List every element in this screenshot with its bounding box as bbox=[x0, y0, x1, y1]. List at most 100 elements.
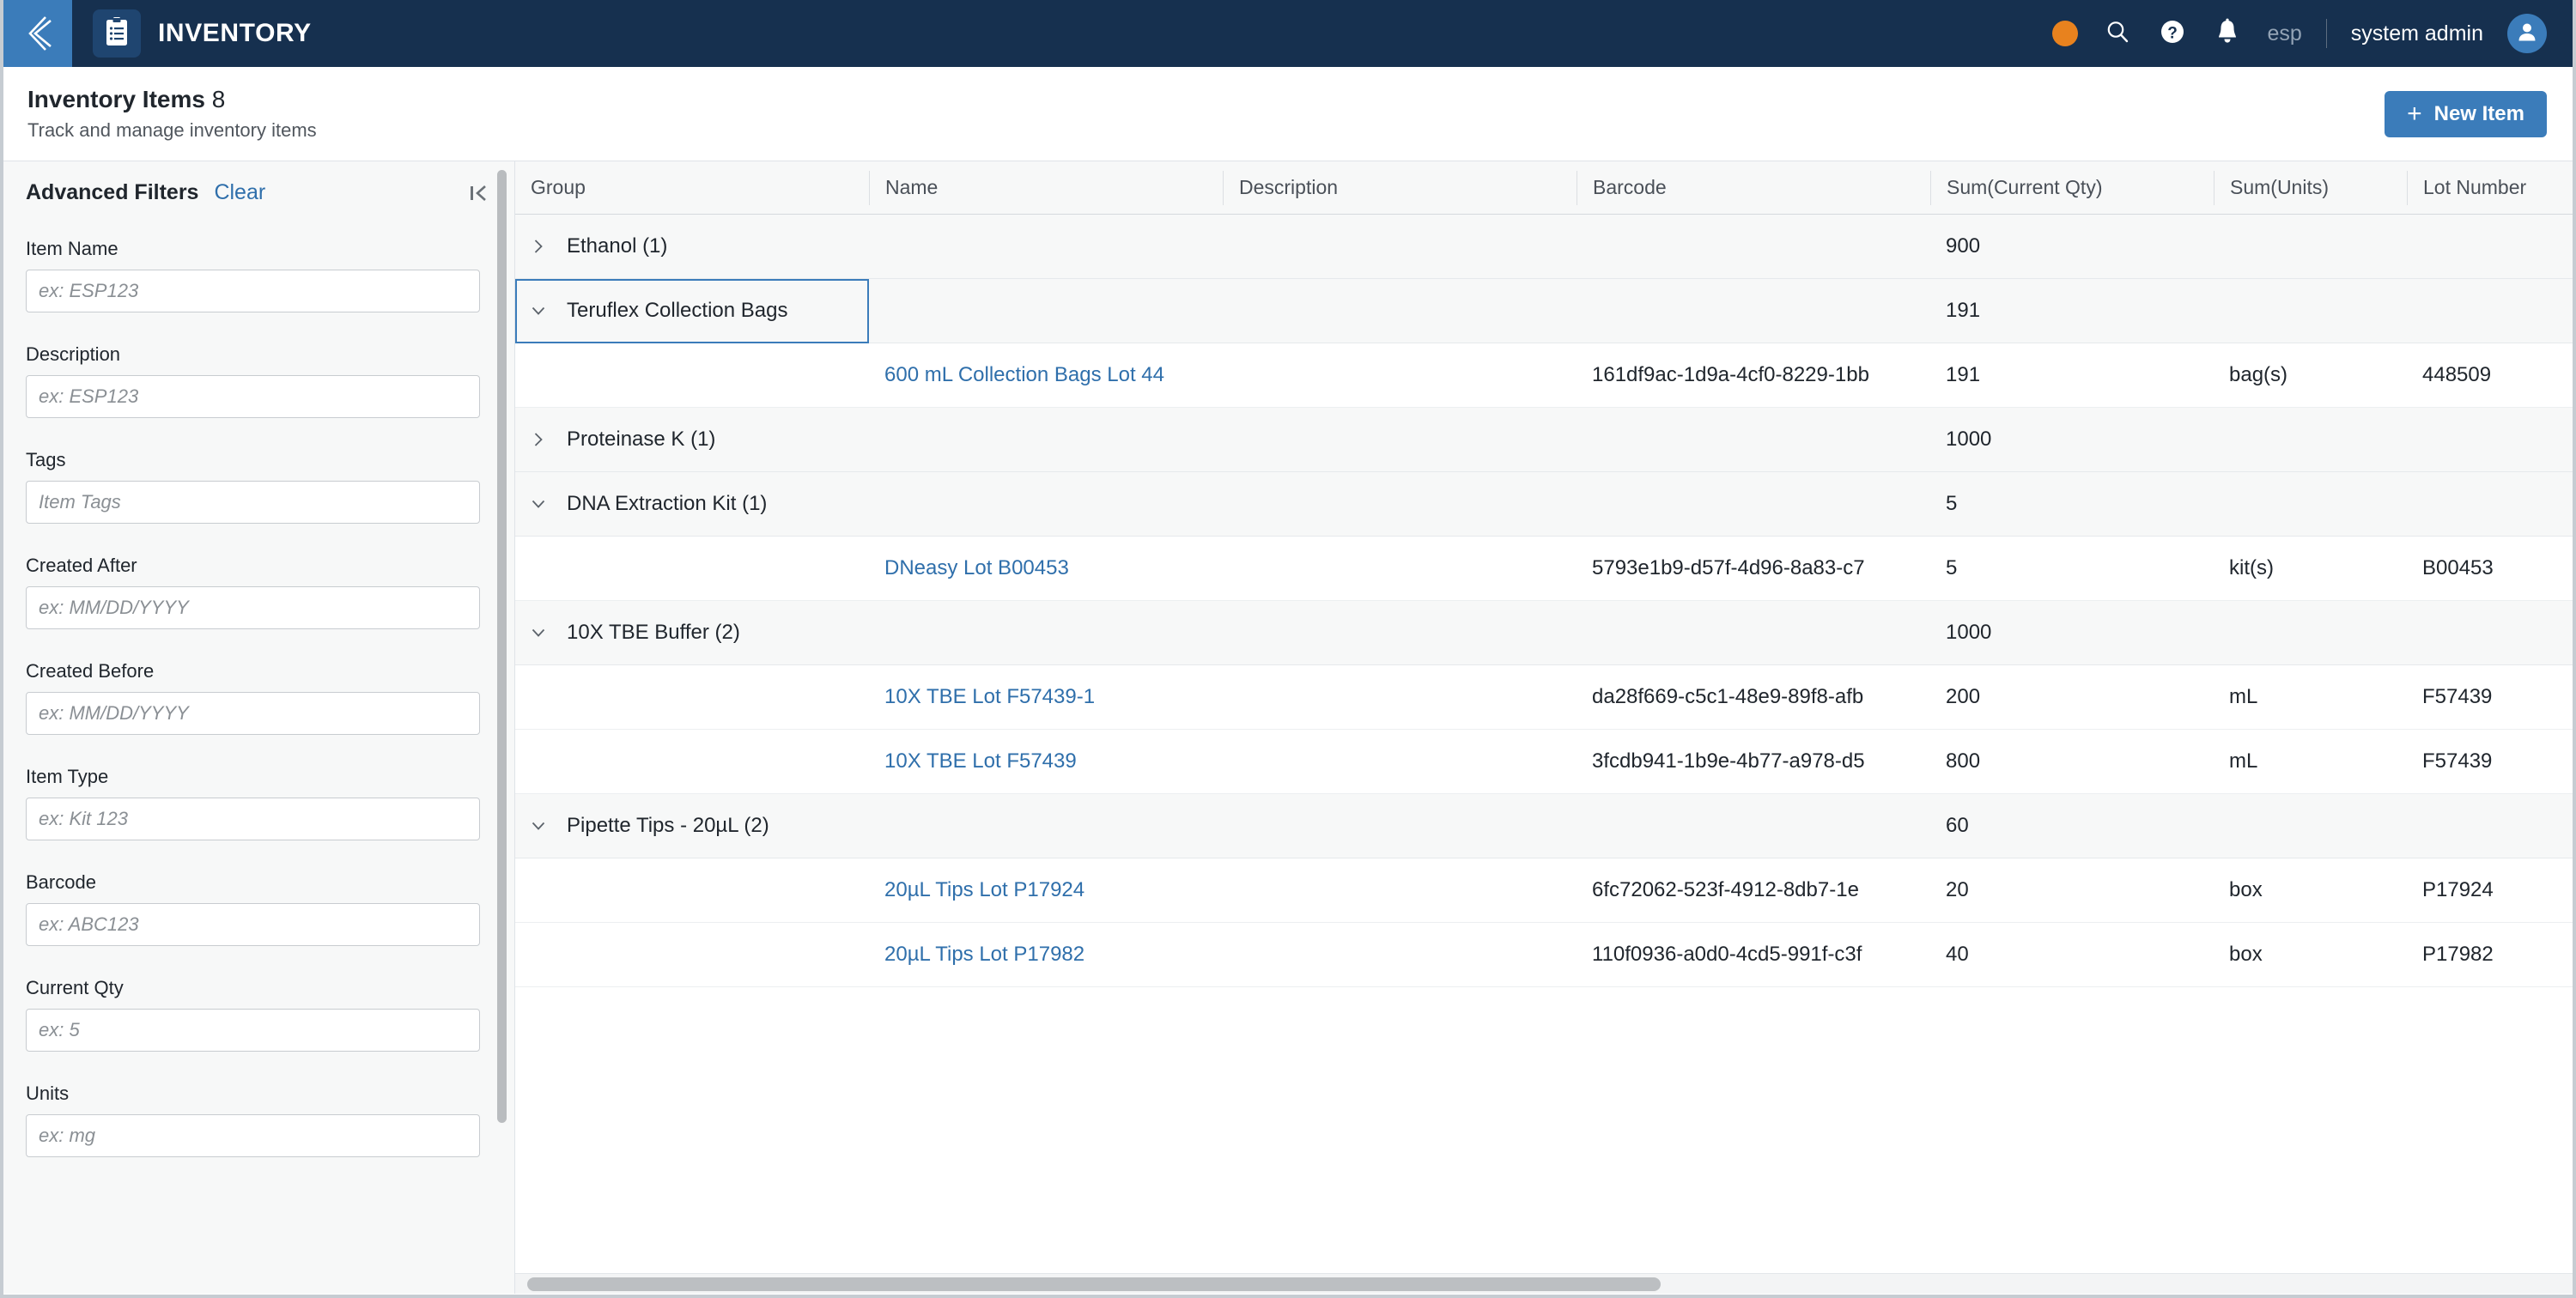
group-cell[interactable]: 10X TBE Buffer (2) bbox=[515, 601, 869, 665]
filters-scrollbar[interactable] bbox=[497, 161, 507, 1294]
table-group-row[interactable]: Teruflex Collection Bags 191 bbox=[515, 278, 2573, 343]
filter-input[interactable] bbox=[26, 903, 480, 946]
table-row[interactable]: 10X TBE Lot F57439-1 da28f669-c5c1-48e9-8… bbox=[515, 665, 2573, 730]
table-row[interactable]: 10X TBE Lot F57439 3fcdb941-1b9e-4b77-a97… bbox=[515, 730, 2573, 794]
cell-lot bbox=[2407, 279, 2573, 343]
help-icon: ? bbox=[2159, 18, 2186, 50]
column-header[interactable]: Description bbox=[1223, 170, 1577, 205]
table-group-row[interactable]: 10X TBE Buffer (2) 1000 bbox=[515, 601, 2573, 665]
cell-sum-units: box bbox=[2229, 943, 2263, 966]
cell-sum-qty: 200 bbox=[1946, 685, 1981, 708]
filter-field: Units bbox=[26, 1083, 480, 1157]
group-cell[interactable] bbox=[515, 858, 869, 923]
filter-label: Item Type bbox=[26, 766, 109, 787]
help-button[interactable]: ? bbox=[2157, 18, 2188, 49]
item-name-link[interactable]: 600 mL Collection Bags Lot 44 bbox=[869, 343, 1223, 408]
app-window: INVENTORY ? esp system admin Inventory I… bbox=[0, 0, 2576, 1298]
item-name-link[interactable]: 20µL Tips Lot P17982 bbox=[869, 923, 1223, 987]
table-group-row[interactable]: Pipette Tips - 20µL (2) 60 bbox=[515, 794, 2573, 858]
table-row[interactable]: 20µL Tips Lot P17982 110f0936-a0d0-4cd5-9… bbox=[515, 923, 2573, 987]
cell-barcode bbox=[1577, 601, 1930, 665]
cell-description bbox=[1223, 215, 1577, 279]
back-button[interactable] bbox=[3, 0, 72, 67]
filter-input[interactable] bbox=[26, 270, 480, 312]
filter-input[interactable] bbox=[26, 481, 480, 524]
cell-lot bbox=[2407, 215, 2573, 279]
cell-name[interactable] bbox=[869, 794, 1223, 858]
filter-input[interactable] bbox=[26, 1114, 480, 1157]
group-cell[interactable]: DNA Extraction Kit (1) bbox=[515, 472, 869, 537]
new-item-label: New Item bbox=[2433, 101, 2524, 125]
cell-barcode: 6fc72062-523f-4912-8db7-1e bbox=[1592, 878, 1859, 901]
item-name-link[interactable]: 10X TBE Lot F57439-1 bbox=[869, 665, 1223, 730]
item-name-link[interactable]: 10X TBE Lot F57439 bbox=[869, 730, 1223, 794]
cell-lot: B00453 bbox=[2422, 556, 2494, 579]
group-cell[interactable] bbox=[515, 537, 869, 601]
column-header[interactable]: Lot Number bbox=[2407, 170, 2573, 205]
language-switch[interactable]: esp bbox=[2267, 21, 2301, 46]
bell-icon bbox=[2215, 18, 2239, 50]
group-label: 10X TBE Buffer (2) bbox=[567, 621, 740, 644]
table-group-row[interactable]: DNA Extraction Kit (1) 5 bbox=[515, 472, 2573, 537]
cell-sum-units bbox=[2214, 472, 2407, 537]
group-cell[interactable]: Pipette Tips - 20µL (2) bbox=[515, 794, 869, 858]
group-cell[interactable] bbox=[515, 923, 869, 987]
group-cell[interactable]: Ethanol (1) bbox=[515, 215, 869, 279]
filter-input[interactable] bbox=[26, 375, 480, 418]
column-header[interactable]: Sum(Current Qty) bbox=[1930, 170, 2214, 205]
group-cell[interactable] bbox=[515, 343, 869, 408]
chevron-down-icon[interactable] bbox=[529, 494, 548, 513]
cell-sum-units: kit(s) bbox=[2229, 556, 2274, 579]
filter-field: Tags bbox=[26, 449, 480, 524]
cell-sum-qty: 60 bbox=[1946, 814, 1969, 837]
column-header[interactable]: Barcode bbox=[1577, 170, 1930, 205]
username-label[interactable]: system admin bbox=[2351, 21, 2483, 46]
table-group-row[interactable]: Proteinase K (1) 1000 bbox=[515, 408, 2573, 472]
chevron-down-icon[interactable] bbox=[529, 623, 548, 642]
column-header[interactable]: Name bbox=[869, 170, 1223, 205]
chevron-right-icon[interactable] bbox=[529, 430, 548, 449]
filter-input[interactable] bbox=[26, 798, 480, 840]
item-name-link[interactable]: 20µL Tips Lot P17924 bbox=[869, 858, 1223, 923]
table-row[interactable]: 600 mL Collection Bags Lot 44 161df9ac-1d… bbox=[515, 343, 2573, 408]
table-horizontal-scrollbar-thumb[interactable] bbox=[527, 1277, 1661, 1291]
group-cell[interactable]: Teruflex Collection Bags bbox=[515, 278, 869, 343]
chevron-down-icon[interactable] bbox=[529, 301, 548, 320]
column-header[interactable]: Sum(Units) bbox=[2214, 170, 2407, 205]
cell-name[interactable] bbox=[869, 472, 1223, 537]
clear-filters-link[interactable]: Clear bbox=[214, 180, 265, 205]
filter-field: Description bbox=[26, 343, 480, 418]
status-dot-icon[interactable] bbox=[2052, 21, 2079, 46]
cell-lot: P17982 bbox=[2422, 943, 2494, 966]
chevron-down-icon[interactable] bbox=[529, 816, 548, 835]
column-header[interactable]: Group bbox=[515, 171, 869, 205]
table-group-row[interactable]: Ethanol (1) 900 bbox=[515, 215, 2573, 279]
user-avatar-icon bbox=[2515, 20, 2539, 48]
table-row[interactable]: DNeasy Lot B00453 5793e1b9-d57f-4d96-8a83… bbox=[515, 537, 2573, 601]
group-cell[interactable] bbox=[515, 665, 869, 730]
filter-label: Barcode bbox=[26, 871, 96, 893]
search-button[interactable] bbox=[2102, 18, 2133, 49]
filter-input[interactable] bbox=[26, 1009, 480, 1052]
filter-field: Current Qty bbox=[26, 977, 480, 1052]
cell-name[interactable] bbox=[869, 279, 1223, 343]
cell-name[interactable] bbox=[869, 408, 1223, 472]
filters-scrollbar-thumb[interactable] bbox=[497, 170, 507, 1123]
cell-barcode: 5793e1b9-d57f-4d96-8a83-c7 bbox=[1592, 556, 1865, 579]
notifications-button[interactable] bbox=[2212, 18, 2243, 49]
cell-sum-units bbox=[2214, 215, 2407, 279]
new-item-button[interactable]: + New Item bbox=[2385, 90, 2547, 137]
filter-input[interactable] bbox=[26, 692, 480, 735]
cell-name[interactable] bbox=[869, 601, 1223, 665]
chevron-right-icon[interactable] bbox=[529, 237, 548, 256]
cell-name[interactable] bbox=[869, 215, 1223, 279]
group-cell[interactable]: Proteinase K (1) bbox=[515, 408, 869, 472]
collapse-panel-button[interactable] bbox=[468, 182, 490, 209]
item-name-link[interactable]: DNeasy Lot B00453 bbox=[869, 537, 1223, 601]
table-horizontal-scrollbar[interactable] bbox=[515, 1273, 2573, 1294]
table-row[interactable]: 20µL Tips Lot P17924 6fc72062-523f-4912-8… bbox=[515, 858, 2573, 923]
cell-lot bbox=[2407, 408, 2573, 472]
avatar[interactable] bbox=[2507, 14, 2547, 53]
group-cell[interactable] bbox=[515, 730, 869, 794]
filter-input[interactable] bbox=[26, 586, 480, 629]
